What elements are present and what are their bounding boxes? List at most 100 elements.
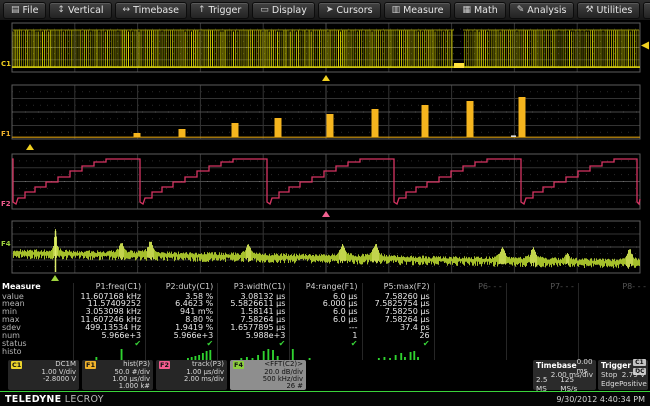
cell-mean-p3: 5.5826611 µs <box>217 300 289 308</box>
menu-cursors[interactable]: ➤Cursors <box>318 2 381 19</box>
cell-sdev-p8 <box>578 324 650 332</box>
menu-label: Timebase <box>133 5 179 16</box>
vertical-arrows-icon: ↕ <box>57 6 65 15</box>
oscilloscope-screen: ▤File↕Vertical↔Timebase↑Trigger▭Display➤… <box>0 0 650 406</box>
brand-logo: TELEDYNE LECROY <box>5 394 104 405</box>
cell-sdev-p4: --- <box>289 324 361 332</box>
status-p1: ✔ <box>73 340 145 348</box>
cell-max-p5: 7.58264 µs <box>362 316 434 324</box>
descriptor-f2[interactable]: F2track(P3)1.00 µs/div2.00 ms/div <box>156 360 227 390</box>
descriptor-line: 26 # <box>233 383 303 390</box>
descriptor-row: C1DC1M1.00 V/div-2.8000 VF1hist(P3)50.0 … <box>0 360 650 391</box>
trigger-position-marker-f4[interactable] <box>51 275 59 281</box>
cell-sdev-p5: 37.4 ps <box>362 324 434 332</box>
trace-tag-c1[interactable]: C1 <box>1 60 11 68</box>
param-header-p1[interactable]: P1:freq(C1) <box>73 283 145 293</box>
cell-num-p2: 5.966e+3 <box>145 332 217 340</box>
descriptor-f4[interactable]: F4<FFT(C2)>20.0 dB/div500 kHz/div26 # <box>230 360 306 390</box>
trace-tag-f2[interactable]: F2 <box>1 200 11 208</box>
menu-bar: ▤File↕Vertical↔Timebase↑Trigger▭Display➤… <box>0 0 650 20</box>
row-label-mean: mean <box>0 300 73 308</box>
histicon-p1 <box>73 348 145 361</box>
param-header-p2[interactable]: P2:duty(C1) <box>145 283 217 293</box>
trigger-position-marker-f2[interactable] <box>322 211 330 217</box>
cell-mean-p1: 11.57409252 kHz <box>73 300 145 308</box>
menu-vertical[interactable]: ↕Vertical <box>49 2 111 19</box>
footer-bar: TELEDYNE LECROY 9/30/2012 4:40:34 PM <box>0 392 650 406</box>
param-header-p7[interactable]: P7- - - <box>506 283 578 293</box>
timebase-label: Timebase <box>536 361 577 370</box>
menu-label: File <box>23 5 39 16</box>
menu-trigger[interactable]: ↑Trigger <box>190 2 249 19</box>
trigger-panel[interactable]: Trigger C1DC Stop 2.79 V Edge Positive <box>598 360 648 390</box>
waveform-display[interactable]: C1 F1 F2 F4 <box>0 20 650 282</box>
file-icon: ▤ <box>11 6 20 15</box>
cell-max-p2: 8.80 % <box>145 316 217 324</box>
histicon-p2 <box>145 348 217 361</box>
trigger-position-marker-c1[interactable] <box>322 75 330 81</box>
row-label-value: value <box>0 293 73 301</box>
menu-display[interactable]: ▭Display <box>252 2 315 19</box>
menu-label: Cursors <box>336 5 372 16</box>
trigger-level-marker[interactable] <box>641 42 649 50</box>
param-header-p3[interactable]: P3:width(C1) <box>217 283 289 293</box>
measure-table: MeasureP1:freq(C1)P2:duty(C1)P3:width(C1… <box>0 283 650 360</box>
histicon-p5 <box>362 348 434 361</box>
histicon-p7 <box>506 348 578 361</box>
channel-badge-f4: F4 <box>233 361 244 369</box>
cell-num-p7 <box>506 332 578 340</box>
cell-sdev-p6 <box>434 324 506 332</box>
graticule <box>12 85 640 139</box>
param-header-p6[interactable]: P6- - - <box>434 283 506 293</box>
descriptor-f1[interactable]: F1hist(P3)50.0 #/div1.00 µs/div1.000 k# <box>82 360 153 390</box>
cell-max-p1: 11.607246 kHz <box>73 316 145 324</box>
param-header-p5[interactable]: P5:max(F2) <box>362 283 434 293</box>
cell-sdev-p2: 1.9419 % <box>145 324 217 332</box>
menu-file[interactable]: ▤File <box>3 2 46 19</box>
cell-max-p6 <box>434 316 506 324</box>
status-p5: ✔ <box>362 340 434 348</box>
menu-analysis[interactable]: ✎Analysis <box>509 2 575 19</box>
trigger-source-badge: C1 <box>633 359 646 366</box>
cell-value-p8 <box>578 293 650 301</box>
histicon-p3 <box>217 348 289 361</box>
cell-min-p8 <box>578 308 650 316</box>
trigger-edge-icon: ↑ <box>198 6 206 15</box>
cell-num-p6 <box>434 332 506 340</box>
cell-value-p3: 3.08132 µs <box>217 293 289 301</box>
cell-num-p8 <box>578 332 650 340</box>
cell-value-p4: 6.0 µs <box>289 293 361 301</box>
menu-measure[interactable]: ▥Measure <box>384 2 452 19</box>
cell-min-p6 <box>434 308 506 316</box>
timebase-samples: 2.5 MS <box>536 375 560 393</box>
cell-num-p5: 26 <box>362 332 434 340</box>
menu-timebase[interactable]: ↔Timebase <box>115 2 187 19</box>
descriptor-c1[interactable]: C1DC1M1.00 V/div-2.8000 V <box>8 360 79 390</box>
timebase-panel[interactable]: Timebase 0.00 ms 2.00 ms/div 2.5 MS 125 … <box>533 360 596 390</box>
cell-value-p7 <box>506 293 578 301</box>
cell-value-p1: 11.607168 kHz <box>73 293 145 301</box>
menu-label: Trigger <box>209 5 242 16</box>
row-label-sdev: sdev <box>0 324 73 332</box>
menu-math[interactable]: ▦Math <box>454 2 505 19</box>
menu-support[interactable]: ✆Support <box>643 2 650 19</box>
param-header-p8[interactable]: P8- - - <box>578 283 650 293</box>
cell-value-p2: 3.58 % <box>145 293 217 301</box>
param-header-p4[interactable]: P4:range(F1) <box>289 283 361 293</box>
trace-tag-f1[interactable]: F1 <box>1 130 11 138</box>
trace-tag-f4[interactable]: F4 <box>1 240 11 248</box>
histicon-p4 <box>289 348 361 361</box>
cell-sdev-p3: 1.6577895 µs <box>217 324 289 332</box>
menu-utilities[interactable]: ⚒Utilities <box>577 2 640 19</box>
channel-badge-f2: F2 <box>159 361 170 369</box>
cell-mean-p7 <box>506 300 578 308</box>
cell-value-p6 <box>434 293 506 301</box>
cell-mean-p4: 6.000 µs <box>289 300 361 308</box>
cell-num-p4: 1 <box>289 332 361 340</box>
cell-mean-p2: 6.4623 % <box>145 300 217 308</box>
row-label-num: num <box>0 332 73 340</box>
cell-mean-p5: 7.5825754 µs <box>362 300 434 308</box>
trigger-position-marker-f1[interactable] <box>26 144 34 150</box>
menu-label: Measure <box>403 5 443 16</box>
horizontal-arrows-icon: ↔ <box>123 6 131 15</box>
